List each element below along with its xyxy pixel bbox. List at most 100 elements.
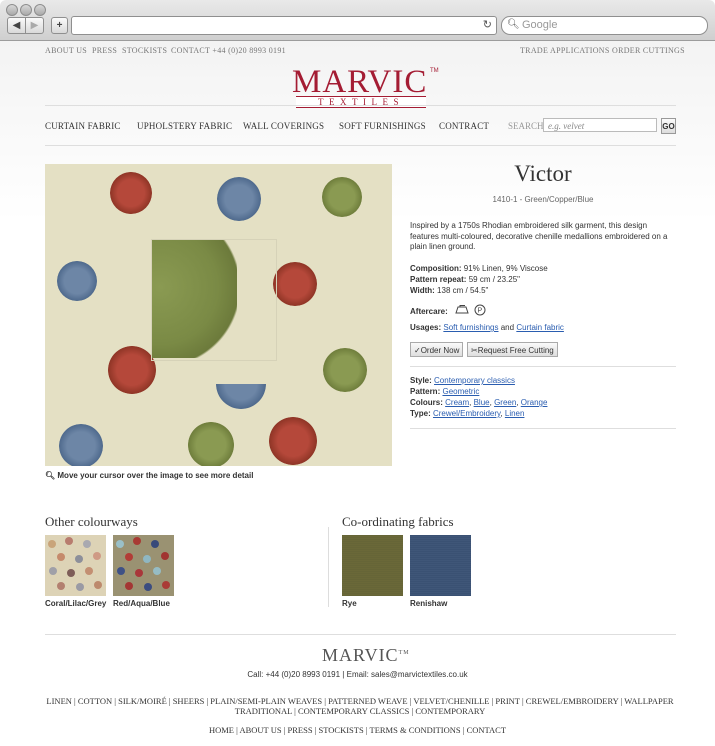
colourway-label-red-aqua[interactable]: Red/Aqua/Blue (113, 599, 170, 608)
details-divider (410, 366, 676, 367)
pattern-label: Pattern: (410, 387, 441, 396)
order-now-button[interactable]: ✓Order Now (410, 342, 464, 357)
usages-row: Usages: Soft furnishings and Curtain fab… (410, 323, 564, 332)
section-divider (328, 527, 329, 607)
medallion-blue-half (216, 384, 266, 409)
type-link-crewel[interactable]: Crewel/Embroidery (433, 409, 500, 418)
nav-upholstery-fabric[interactable]: UPHOLSTERY FABRIC (137, 121, 232, 131)
product-code: 1410-1 - Green/Copper/Blue (492, 195, 594, 204)
product-image[interactable] (45, 164, 392, 466)
search-go-button[interactable]: GO (661, 118, 676, 134)
browser-window: ◀ ▶ + ↻ 🔍︎ Google ABOUT US PRESS STOCKIS… (0, 0, 715, 746)
logo-trademark: TM (430, 68, 439, 74)
nav-divider (45, 145, 676, 146)
pattern-link[interactable]: Geometric (442, 387, 479, 396)
iron-icon (455, 305, 469, 317)
footer-categories: LINEN | COTTON | SILK/MOIRÉ | SHEERS | P… (40, 696, 680, 716)
type-link-linen[interactable]: Linen (505, 409, 525, 418)
util-link-contact[interactable]: CONTACT +44 (0)20 8993 0191 (171, 46, 286, 55)
usages-label: Usages: (410, 323, 442, 332)
colour-link-blue[interactable]: Blue (474, 398, 490, 407)
page-content: ABOUT US PRESS STOCKISTS CONTACT +44 (0)… (0, 41, 715, 746)
request-cutting-label: Request Free Cutting (477, 346, 554, 355)
coordinating-swatch-rye[interactable] (342, 535, 403, 596)
medallion-red (269, 417, 317, 465)
footer-nav[interactable]: HOME | ABOUT US | PRESS | STOCKISTS | TE… (0, 725, 715, 735)
medallion-red (108, 346, 156, 394)
scissors-icon: ✂ (471, 346, 478, 355)
style-row: Style: Contemporary classics (410, 376, 515, 385)
footer-categories-line2[interactable]: TRADITIONAL | CONTEMPORARY CLASSICS | CO… (40, 706, 680, 716)
footer-categories-line1[interactable]: LINEN | COTTON | SILK/MOIRÉ | SHEERS | P… (40, 696, 680, 706)
coordinating-title: Co-ordinating fabrics (342, 514, 454, 529)
medallion-blue (59, 424, 103, 466)
address-bar[interactable]: ↻ (71, 16, 497, 35)
style-label: Style: (410, 376, 432, 385)
style-link[interactable]: Contemporary classics (434, 376, 515, 385)
close-window-button[interactable] (6, 4, 18, 16)
browser-toolbar: ◀ ▶ + ↻ 🔍︎ Google (0, 0, 715, 41)
type-row: Type: Crewel/Embroidery, Linen (410, 409, 525, 418)
back-button[interactable]: ◀ (7, 17, 26, 34)
util-link-press[interactable]: PRESS (92, 46, 117, 55)
zoomed-medallion (152, 240, 237, 358)
product-title: Victor (514, 161, 572, 186)
zoom-hint-text: Move your cursor over the image to see m… (57, 471, 254, 480)
zoom-window-button[interactable] (34, 4, 46, 16)
usage-soft-furnishings-link[interactable]: Soft furnishings (443, 323, 498, 332)
colour-link-orange[interactable]: Orange (521, 398, 548, 407)
usage-curtain-fabric-link[interactable]: Curtain fabric (516, 323, 564, 332)
nav-contract[interactable]: CONTRACT (439, 121, 489, 131)
nav-wall-coverings[interactable]: WALL COVERINGS (243, 121, 324, 131)
medallion-red (273, 262, 317, 306)
other-colourways-title: Other colourways (45, 514, 138, 529)
medallion-red (110, 172, 152, 214)
composition-row: Composition: 91% Linen, 9% Viscose (410, 264, 548, 273)
search-label: SEARCH (508, 121, 544, 131)
colourway-swatch-red-aqua[interactable] (113, 535, 174, 596)
util-link-about[interactable]: ABOUT US (45, 46, 87, 55)
search-icon: 🔍︎ (507, 19, 520, 30)
aftercare-label: Aftercare: (410, 307, 448, 316)
util-link-order-cuttings[interactable]: ORDER CUTTINGS (612, 46, 685, 55)
width-value: 138 cm / 54.5" (437, 286, 489, 295)
aftercare-row: Aftercare: (410, 307, 448, 316)
colourway-label-coral[interactable]: Coral/Lilac/Grey (45, 599, 106, 608)
footer-contact: Call: +44 (0)20 8993 0191 | Email: sales… (247, 670, 468, 679)
medallion-green (322, 177, 362, 217)
logo-subtitle: TEXTILES (296, 96, 426, 108)
colour-link-green[interactable]: Green (494, 398, 516, 407)
colourway-swatch-coral[interactable] (45, 535, 106, 596)
footer-logo[interactable]: MARVICTM (322, 645, 410, 666)
request-cutting-button[interactable]: ✂Request Free Cutting (467, 342, 558, 357)
pattern-repeat-label: Pattern repeat: (410, 275, 467, 284)
medallion-green (323, 348, 367, 392)
browser-search-field[interactable]: 🔍︎ Google (501, 16, 708, 35)
details-divider-bottom (410, 428, 676, 429)
coordinating-swatch-renishaw[interactable] (410, 535, 471, 596)
usage-and: and (500, 323, 515, 332)
nav-soft-furnishings[interactable]: SOFT FURNISHINGS (339, 121, 426, 131)
minimize-window-button[interactable] (20, 4, 32, 16)
composition-label: Composition: (410, 264, 462, 273)
site-logo[interactable]: MARVIC (292, 66, 427, 99)
order-now-label: Order Now (420, 346, 460, 355)
reload-icon[interactable]: ↻ (483, 18, 492, 31)
util-link-trade-applications[interactable]: TRADE APPLICATIONS (520, 46, 610, 55)
footer-logo-text: MARVIC (322, 645, 399, 665)
type-label: Type: (410, 409, 431, 418)
footer-divider (45, 634, 676, 635)
nav-curtain-fabric[interactable]: CURTAIN FABRIC (45, 121, 121, 131)
forward-button[interactable]: ▶ (25, 17, 44, 34)
pattern-repeat-row: Pattern repeat: 59 cm / 23.25" (410, 275, 520, 284)
new-tab-button[interactable]: + (51, 17, 68, 34)
util-link-stockists[interactable]: STOCKISTS (122, 46, 167, 55)
colour-link-cream[interactable]: Cream (445, 398, 469, 407)
colours-row: Colours: Cream, Blue, Green, Orange (410, 398, 548, 407)
medallion-green (188, 422, 234, 466)
width-row: Width: 138 cm / 54.5" (410, 286, 488, 295)
coordinating-label-renishaw[interactable]: Renishaw (410, 599, 447, 608)
coordinating-label-rye[interactable]: Rye (342, 599, 357, 608)
zoom-lens[interactable] (151, 239, 277, 361)
search-input[interactable]: e.g. velvet (543, 118, 657, 132)
